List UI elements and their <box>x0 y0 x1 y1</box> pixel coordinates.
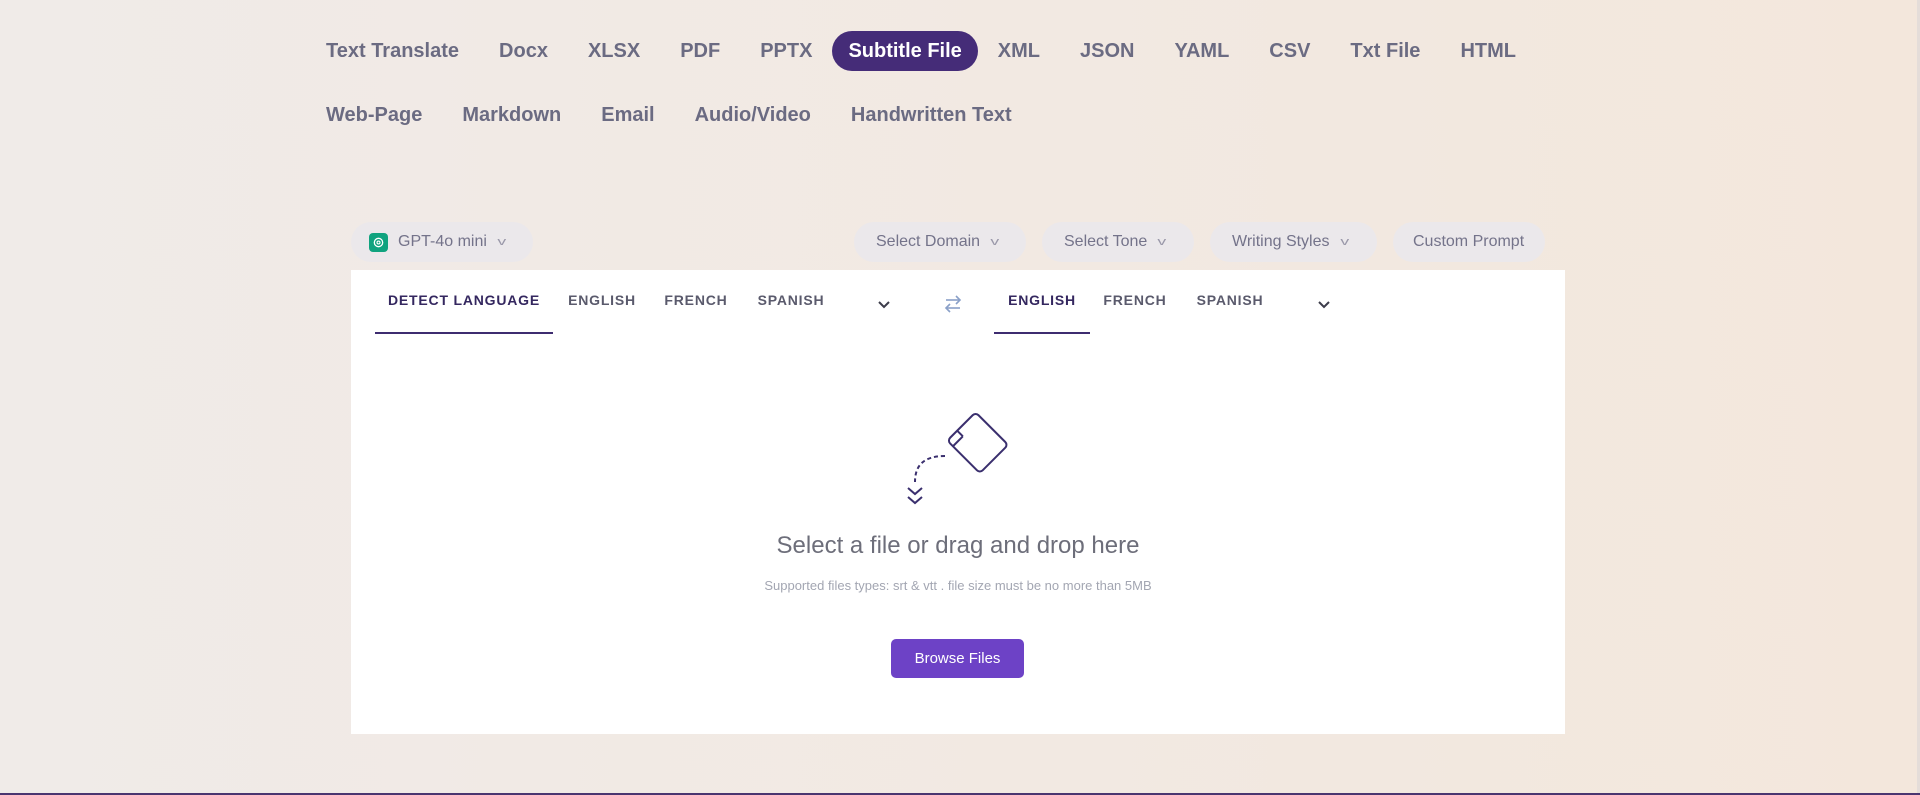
tab-html[interactable]: HTML <box>1440 31 1536 71</box>
tab-json[interactable]: JSON <box>1060 31 1154 71</box>
tone-select-label: Select Tone <box>1064 233 1148 250</box>
target-lang-more-chevron-icon[interactable] <box>1314 294 1334 314</box>
drop-zone-title: Select a file or drag and drop here <box>776 532 1140 559</box>
tab-handwritten-text[interactable]: Handwritten Text <box>831 95 1032 135</box>
writing-styles-label: Writing Styles <box>1232 233 1330 250</box>
file-type-tabs: Text Translate Docx XLSX PDF PPTX Subtit… <box>306 28 1646 138</box>
chevron-down-icon: v <box>1339 236 1349 248</box>
tab-web-page[interactable]: Web-Page <box>306 95 442 135</box>
translation-options-toolbar: GPT-4o mini v Select Domain v Select Ton… <box>351 222 1546 262</box>
tab-email[interactable]: Email <box>581 95 674 135</box>
tab-xml[interactable]: XML <box>978 31 1060 71</box>
custom-prompt-button[interactable]: Custom Prompt <box>1393 222 1545 262</box>
target-lang-spanish[interactable]: SPANISH <box>1180 270 1280 334</box>
tab-pptx[interactable]: PPTX <box>740 31 832 71</box>
source-lang-english[interactable]: ENGLISH <box>553 270 651 334</box>
tab-xlsx[interactable]: XLSX <box>568 31 660 71</box>
openai-logo-icon <box>369 232 388 252</box>
tab-row-2: Web-Page Markdown Email Audio/Video Hand… <box>306 92 1646 138</box>
custom-prompt-label: Custom Prompt <box>1413 233 1525 250</box>
tab-row-1: Text Translate Docx XLSX PDF PPTX Subtit… <box>306 28 1646 74</box>
tab-text-translate[interactable]: Text Translate <box>306 31 479 71</box>
drop-zone-supported-types: Supported files types: srt & vtt . file … <box>764 578 1152 593</box>
source-lang-more-chevron-icon[interactable] <box>874 294 894 314</box>
tab-markdown[interactable]: Markdown <box>442 95 581 135</box>
tab-docx[interactable]: Docx <box>479 31 568 71</box>
target-lang-french[interactable]: FRENCH <box>1090 270 1180 334</box>
tab-csv[interactable]: CSV <box>1249 31 1330 71</box>
source-lang-spanish[interactable]: SPANISH <box>741 270 841 334</box>
language-bar: DETECT LANGUAGE ENGLISH FRENCH SPANISH E… <box>351 270 1565 336</box>
swap-languages-icon[interactable] <box>941 292 965 316</box>
chevron-down-icon: v <box>1157 236 1167 248</box>
model-select[interactable]: GPT-4o mini v <box>351 222 533 262</box>
browse-files-button[interactable]: Browse Files <box>891 639 1024 678</box>
domain-select[interactable]: Select Domain v <box>854 222 1026 262</box>
tone-select[interactable]: Select Tone v <box>1042 222 1194 262</box>
tab-txt-file[interactable]: Txt File <box>1330 31 1440 71</box>
chevron-down-icon: v <box>990 236 1000 248</box>
drag-drop-file-icon <box>907 412 1008 505</box>
tab-audio-video[interactable]: Audio/Video <box>675 95 831 135</box>
writing-styles-select[interactable]: Writing Styles v <box>1210 222 1377 262</box>
tab-pdf[interactable]: PDF <box>660 31 740 71</box>
model-select-label: GPT-4o mini <box>398 233 487 250</box>
source-lang-detect[interactable]: DETECT LANGUAGE <box>375 270 553 334</box>
target-lang-english[interactable]: ENGLISH <box>994 270 1090 334</box>
chevron-down-icon: v <box>497 236 507 248</box>
domain-select-label: Select Domain <box>876 233 981 250</box>
source-lang-french[interactable]: FRENCH <box>651 270 741 334</box>
upload-card: DETECT LANGUAGE ENGLISH FRENCH SPANISH E… <box>351 270 1565 734</box>
tab-subtitle-file[interactable]: Subtitle File <box>832 31 978 71</box>
tab-yaml[interactable]: YAML <box>1154 31 1249 71</box>
